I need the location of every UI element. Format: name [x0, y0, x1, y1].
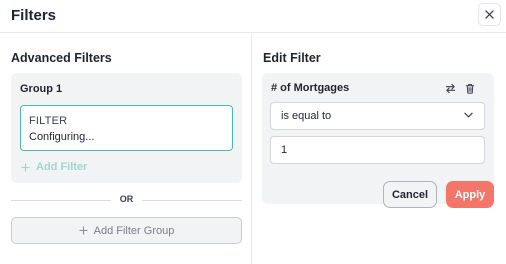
edit-filter-pane: Edit Filter # of Mortgages is equal to C… — [253, 34, 506, 264]
advanced-filters-title: Advanced Filters — [11, 51, 112, 65]
edit-filter-title: Edit Filter — [263, 51, 321, 65]
add-filter-button[interactable]: Add Filter — [21, 161, 87, 173]
filter-item[interactable]: FILTER Configuring... — [20, 105, 233, 151]
or-label: OR — [119, 194, 134, 204]
filter-status: Configuring... — [29, 131, 95, 143]
divider-line — [142, 200, 242, 201]
operator-select[interactable]: is equal to — [270, 102, 485, 130]
trash-icon[interactable] — [465, 81, 475, 99]
divider-line — [11, 200, 111, 201]
close-icon — [485, 10, 494, 19]
group-title: Group 1 — [20, 83, 63, 95]
apply-button[interactable]: Apply — [446, 181, 494, 208]
add-filter-group-label: Add Filter Group — [93, 224, 175, 237]
operator-value: is equal to — [281, 110, 332, 122]
modal-header: Filters — [0, 0, 506, 33]
cancel-button[interactable]: Cancel — [383, 181, 437, 208]
filter-group: Group 1 FILTER Configuring... Add Filter — [11, 73, 242, 183]
filter-value-input[interactable] — [270, 136, 485, 164]
swap-icon[interactable] — [445, 81, 456, 99]
add-filter-label: Add Filter — [36, 161, 88, 173]
plus-icon — [21, 162, 30, 172]
or-divider: OR — [11, 194, 242, 206]
advanced-filters-pane: Advanced Filters Group 1 FILTER Configur… — [0, 34, 252, 264]
modal-title: Filters — [11, 7, 57, 24]
add-filter-group-button[interactable]: Add Filter Group — [11, 217, 242, 244]
close-button[interactable] — [478, 3, 501, 26]
field-name: # of Mortgages — [271, 82, 350, 94]
chevron-down-icon — [464, 112, 473, 118]
filter-label: FILTER — [29, 115, 68, 127]
plus-icon — [79, 226, 88, 235]
